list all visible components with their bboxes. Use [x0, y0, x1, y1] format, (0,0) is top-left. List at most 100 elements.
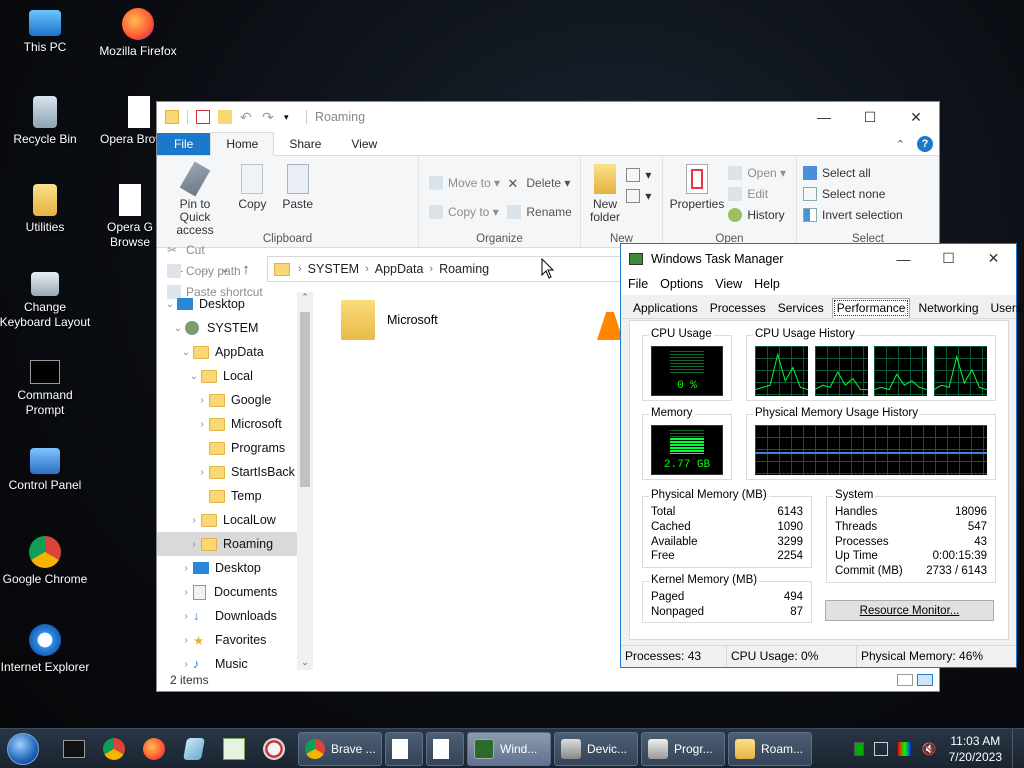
tab-services[interactable]: Services [774, 299, 828, 318]
pinned-command-prompt[interactable] [54, 732, 94, 766]
desktop-icon-opera-gx[interactable]: Opera G Browse [104, 184, 156, 250]
taskbar-document-2[interactable] [426, 731, 464, 766]
close-button[interactable]: ✕ [971, 244, 1016, 273]
pinned-task-manager[interactable] [214, 732, 254, 766]
tree-item-music[interactable]: › ♪ Music [157, 652, 313, 670]
chevron-right-icon[interactable]: › [195, 467, 209, 478]
copy-button[interactable]: Copy [230, 160, 274, 211]
undo-icon[interactable]: ↶ [240, 110, 254, 124]
large-icons-view-icon[interactable] [917, 674, 933, 686]
desktop-icon-chrome[interactable]: Google Chrome [0, 536, 93, 587]
desktop-icon-this-pc[interactable]: This PC [0, 8, 93, 55]
scroll-up-icon[interactable]: ⌃ [297, 292, 313, 303]
desktop-icon-recycle-bin[interactable]: Recycle Bin [0, 96, 93, 147]
select-none-button[interactable]: Select none [803, 183, 933, 204]
edit-button[interactable]: Edit [728, 183, 786, 204]
new-folder-icon[interactable] [218, 110, 232, 124]
tree-item-favorites[interactable]: › ★ Favorites [157, 628, 313, 652]
properties-button[interactable]: Properties [669, 160, 725, 211]
tree-item-system[interactable]: ⌄ SYSTEM [157, 316, 313, 340]
chevron-right-icon[interactable]: › [187, 539, 201, 550]
tab-performance[interactable]: Performance [831, 298, 911, 318]
clock[interactable]: 11:03 AM 7/20/2023 [941, 733, 1012, 765]
menu-help[interactable]: Help [748, 277, 786, 291]
chevron-right-icon[interactable]: › [195, 395, 209, 406]
chevron-right-icon[interactable]: › [179, 635, 193, 646]
tab-view[interactable]: View [336, 133, 392, 155]
breadcrumb-roaming[interactable]: Roaming [439, 262, 489, 276]
desktop-icon-internet-explorer[interactable]: Internet Explorer [0, 624, 93, 675]
properties-icon[interactable] [196, 110, 210, 124]
tab-share[interactable]: Share [274, 133, 336, 155]
delete-button[interactable]: ✕ Delete ▾ [507, 168, 571, 197]
desktop-icon-control-panel[interactable]: Control Panel [0, 448, 93, 493]
tab-users[interactable]: Users [987, 299, 1024, 318]
menu-file[interactable]: File [622, 277, 654, 291]
task-manager-titlebar[interactable]: Windows Task Manager — ☐ ✕ [621, 244, 1016, 273]
chevron-right-icon[interactable]: › [179, 611, 193, 622]
tree-item-temp[interactable]: Temp [157, 484, 313, 508]
new-item-button[interactable]: ▾ [626, 164, 651, 185]
navigation-scrollbar[interactable]: ⌃ ⌄ [297, 292, 313, 670]
tree-item-startisback[interactable]: › StartIsBack [157, 460, 313, 484]
customize-toolbar-icon[interactable]: ▾ [284, 110, 298, 124]
maximize-button[interactable]: ☐ [926, 244, 971, 273]
tree-item-appdata[interactable]: ⌄ AppData [157, 340, 313, 364]
chevron-down-icon[interactable]: ⌄ [187, 371, 201, 382]
tree-item-desktop[interactable]: ⌄ Desktop [157, 292, 313, 316]
file-item-microsoft[interactable]: Microsoft [341, 300, 438, 340]
display-icon[interactable] [897, 741, 912, 756]
open-button[interactable]: Open ▾ [728, 162, 786, 183]
breadcrumb-appdata[interactable]: AppData [375, 262, 424, 276]
chevron-right-icon[interactable]: › [195, 419, 209, 430]
desktop-icon-opera[interactable]: Opera Brow [90, 96, 156, 147]
volume-muted-icon[interactable]: 🔇 [922, 742, 937, 756]
chevron-right-icon[interactable]: › [179, 563, 193, 574]
rename-button[interactable]: Rename [507, 197, 572, 226]
chevron-right-icon[interactable]: › [179, 659, 193, 670]
tree-item-downloads[interactable]: › ↓ Downloads [157, 604, 313, 628]
scrollbar-thumb[interactable] [300, 312, 310, 487]
tab-processes[interactable]: Processes [706, 299, 770, 318]
taskbar-device-manager[interactable]: Devic... [554, 731, 638, 766]
scroll-down-icon[interactable]: ⌄ [297, 657, 313, 668]
help-icon[interactable]: ? [917, 136, 933, 152]
taskbar-task-manager[interactable]: Wind... [467, 731, 551, 766]
maximize-button[interactable]: ☐ [847, 102, 893, 132]
chevron-up-icon[interactable]: ⌃ [896, 138, 905, 151]
pinned-snipping-tool[interactable] [254, 732, 294, 766]
copy-path-button[interactable]: Copy path [167, 260, 263, 281]
taskbar-brave[interactable]: Brave ... [298, 731, 382, 766]
minimize-button[interactable]: — [801, 102, 847, 132]
start-button[interactable] [0, 729, 46, 768]
tree-item-roaming[interactable]: › Roaming [157, 532, 313, 556]
pinned-chrome[interactable] [94, 732, 134, 766]
desktop-icon-firefox[interactable]: Mozilla Firefox [90, 8, 186, 59]
breadcrumb-system[interactable]: SYSTEM [308, 262, 359, 276]
pinned-notepad[interactable] [174, 732, 214, 766]
desktop-icon-keyboard-layout[interactable]: Change Keyboard Layout [0, 272, 93, 330]
network-icon[interactable] [873, 741, 888, 756]
tree-item-microsoft[interactable]: › Microsoft [157, 412, 313, 436]
move-to-button[interactable]: Move to ▾ [429, 168, 500, 197]
minimize-button[interactable]: — [881, 244, 926, 273]
chevron-right-icon[interactable]: › [187, 515, 201, 526]
taskbar-document-1[interactable] [385, 731, 423, 766]
tree-item-desktop-2[interactable]: › Desktop [157, 556, 313, 580]
menu-options[interactable]: Options [654, 277, 709, 291]
new-folder-button[interactable]: New folder [587, 160, 623, 224]
tab-home[interactable]: Home [210, 132, 275, 156]
select-all-button[interactable]: Select all [803, 162, 933, 183]
pinned-firefox[interactable] [134, 732, 174, 766]
paste-button[interactable]: Paste [278, 160, 318, 211]
close-button[interactable]: ✕ [893, 102, 939, 132]
tree-item-google[interactable]: › Google [157, 388, 313, 412]
tab-file[interactable]: File [157, 133, 211, 155]
tree-item-locallow[interactable]: › LocalLow [157, 508, 313, 532]
taskbar-programs[interactable]: Progr... [641, 731, 725, 766]
copy-to-button[interactable]: Copy to ▾ [429, 197, 500, 226]
desktop-icon-command-prompt[interactable]: Command Prompt [0, 360, 93, 418]
show-desktop-button[interactable] [1012, 728, 1024, 768]
details-view-icon[interactable] [897, 674, 913, 686]
chevron-down-icon[interactable]: ⌄ [163, 299, 177, 310]
